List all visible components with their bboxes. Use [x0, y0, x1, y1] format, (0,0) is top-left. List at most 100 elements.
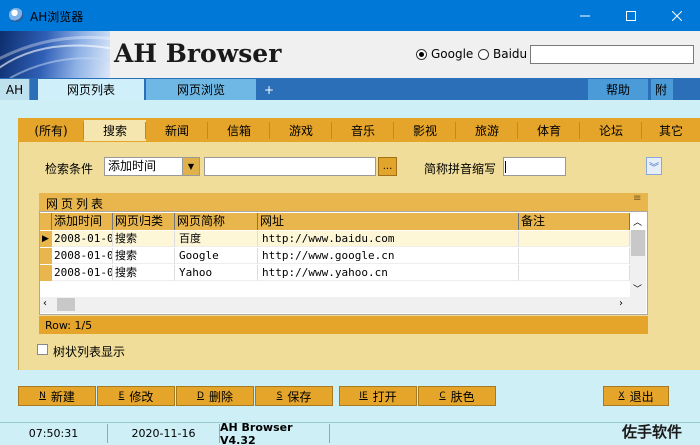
add-tab-button[interactable]: + — [262, 79, 276, 100]
category-tab[interactable]: (所有) — [20, 120, 82, 141]
table-cell-note[interactable] — [519, 248, 630, 264]
row-count: Row: 1/5 — [45, 319, 93, 332]
window-title: AH浏览器 — [30, 10, 84, 24]
button-label: 肤色 — [450, 389, 475, 404]
table-cell-url[interactable]: http://www.baidu.com — [258, 231, 519, 247]
category-tab[interactable]: 论坛 — [580, 120, 642, 141]
table-cell-category[interactable]: 搜索 — [113, 265, 175, 281]
tab-ah[interactable]: AH — [0, 79, 30, 100]
baidu-radio[interactable] — [478, 49, 489, 60]
table-cell-category[interactable]: 搜索 — [113, 248, 175, 264]
table-cell-name[interactable]: Google — [175, 248, 258, 264]
category-tab[interactable]: 旅游 — [456, 120, 518, 141]
vertical-scroll-thumb[interactable] — [631, 230, 645, 256]
category-tab[interactable]: 影视 — [394, 120, 456, 141]
scroll-down-icon[interactable]: ﹀ — [633, 282, 642, 295]
baidu-radio-label: Baidu — [493, 47, 528, 61]
watermark: 佐手软件 — [622, 423, 683, 441]
button-label: 新建 — [50, 389, 75, 404]
table-cell-category[interactable]: 搜索 — [113, 231, 175, 247]
category-separator — [641, 122, 642, 139]
status-time: 07:50:31 — [0, 424, 108, 443]
appendix-button[interactable]: 附 — [651, 79, 673, 100]
column-header[interactable]: 网页归类 — [113, 213, 175, 230]
minimize-button[interactable] — [562, 0, 608, 31]
dropdown-arrow-icon[interactable]: ▼ — [182, 158, 199, 175]
column-header[interactable]: 备注 — [519, 213, 630, 230]
list-status-bar — [39, 316, 648, 334]
table-cell-name[interactable]: Yahoo — [175, 265, 258, 281]
row-selector[interactable] — [40, 248, 52, 264]
shortcut-key: D — [197, 391, 204, 401]
abbreviation-input[interactable] — [503, 157, 566, 176]
row-selector[interactable] — [40, 265, 52, 281]
close-icon — [672, 10, 682, 21]
edit-button[interactable]: E 修改 — [97, 386, 175, 406]
maximize-button[interactable] — [608, 0, 654, 31]
category-tab[interactable]: 信箱 — [208, 120, 270, 141]
browse-button[interactable]: ... — [378, 157, 397, 176]
shortcut-key: E — [118, 391, 125, 401]
list-group-header — [39, 193, 648, 211]
column-header[interactable]: 网址 — [258, 213, 519, 230]
brand-title: AH Browser — [114, 39, 282, 68]
shortcut-key: X — [618, 391, 625, 401]
column-header[interactable]: 添加时间 — [52, 213, 113, 230]
delete-button[interactable]: D 删除 — [176, 386, 254, 406]
category-separator — [393, 122, 394, 139]
table-cell-note[interactable] — [519, 265, 630, 281]
shortcut-key: N — [39, 391, 46, 401]
status-date: 2020-11-16 — [108, 424, 220, 443]
collapse-chevron-icon[interactable]: ︾ — [646, 157, 662, 175]
button-label: 修改 — [129, 389, 154, 404]
banner-swirl-graphic — [0, 35, 110, 78]
scroll-right-icon[interactable]: › — [619, 298, 623, 309]
scroll-up-icon[interactable]: ︿ — [633, 215, 642, 228]
column-header[interactable]: 网页简称 — [175, 213, 258, 230]
condition-input[interactable] — [204, 157, 376, 176]
maximize-icon — [626, 10, 636, 21]
button-label: 保存 — [287, 389, 312, 404]
category-separator — [579, 122, 580, 139]
exit-button[interactable]: X 退出 — [603, 386, 669, 406]
table-cell-note[interactable] — [519, 231, 630, 247]
shortcut-key: IE — [359, 391, 368, 401]
save-button[interactable]: S 保存 — [255, 386, 333, 406]
horizontal-scrollbar[interactable] — [40, 297, 630, 313]
tab-web-browse[interactable]: 网页浏览 — [146, 79, 256, 100]
category-tab[interactable]: 新闻 — [146, 120, 208, 141]
table-cell-time[interactable]: 2008-01-0 — [52, 265, 113, 281]
search-input[interactable] — [530, 45, 694, 64]
category-tab[interactable]: 音乐 — [332, 120, 394, 141]
status-version: AH Browser V4.32 — [220, 421, 330, 445]
category-separator — [517, 122, 518, 139]
table-cell-url[interactable]: http://www.yahoo.cn — [258, 265, 519, 281]
table-cell-time[interactable]: 2008-01-0 — [52, 231, 113, 247]
condition-label: 检索条件 — [45, 162, 94, 176]
close-button[interactable] — [654, 0, 700, 31]
category-tab[interactable]: 体育 — [518, 120, 580, 141]
grip-icon[interactable]: ≡ — [633, 193, 641, 204]
help-button[interactable]: 帮助 — [588, 79, 648, 100]
tree-view-checkbox[interactable] — [37, 344, 48, 355]
new-button[interactable]: N 新建 — [18, 386, 96, 406]
google-radio[interactable] — [416, 49, 427, 60]
category-tab[interactable]: 其它 — [642, 120, 700, 141]
tab-web-list[interactable]: 网页列表 — [38, 79, 144, 100]
category-tab[interactable]: 搜索 — [84, 120, 146, 141]
button-label: 打开 — [372, 389, 397, 404]
skin-button[interactable]: C 肤色 — [418, 386, 496, 406]
google-radio-label: Google — [431, 47, 474, 61]
current-row-arrow-icon[interactable]: ▶ — [40, 231, 52, 247]
category-separator — [83, 122, 84, 139]
horizontal-scroll-thumb[interactable] — [57, 298, 75, 311]
scroll-left-icon[interactable]: ‹ — [43, 298, 47, 309]
table-cell-name[interactable]: 百度 — [175, 231, 258, 247]
category-tab[interactable]: 游戏 — [270, 120, 332, 141]
shortcut-key: C — [439, 391, 446, 401]
category-separator — [269, 122, 270, 139]
table-cell-time[interactable]: 2008-01-0 — [52, 248, 113, 264]
banner-graphic — [0, 31, 110, 78]
table-cell-url[interactable]: http://www.google.cn — [258, 248, 519, 264]
open-button[interactable]: IE 打开 — [339, 386, 417, 406]
